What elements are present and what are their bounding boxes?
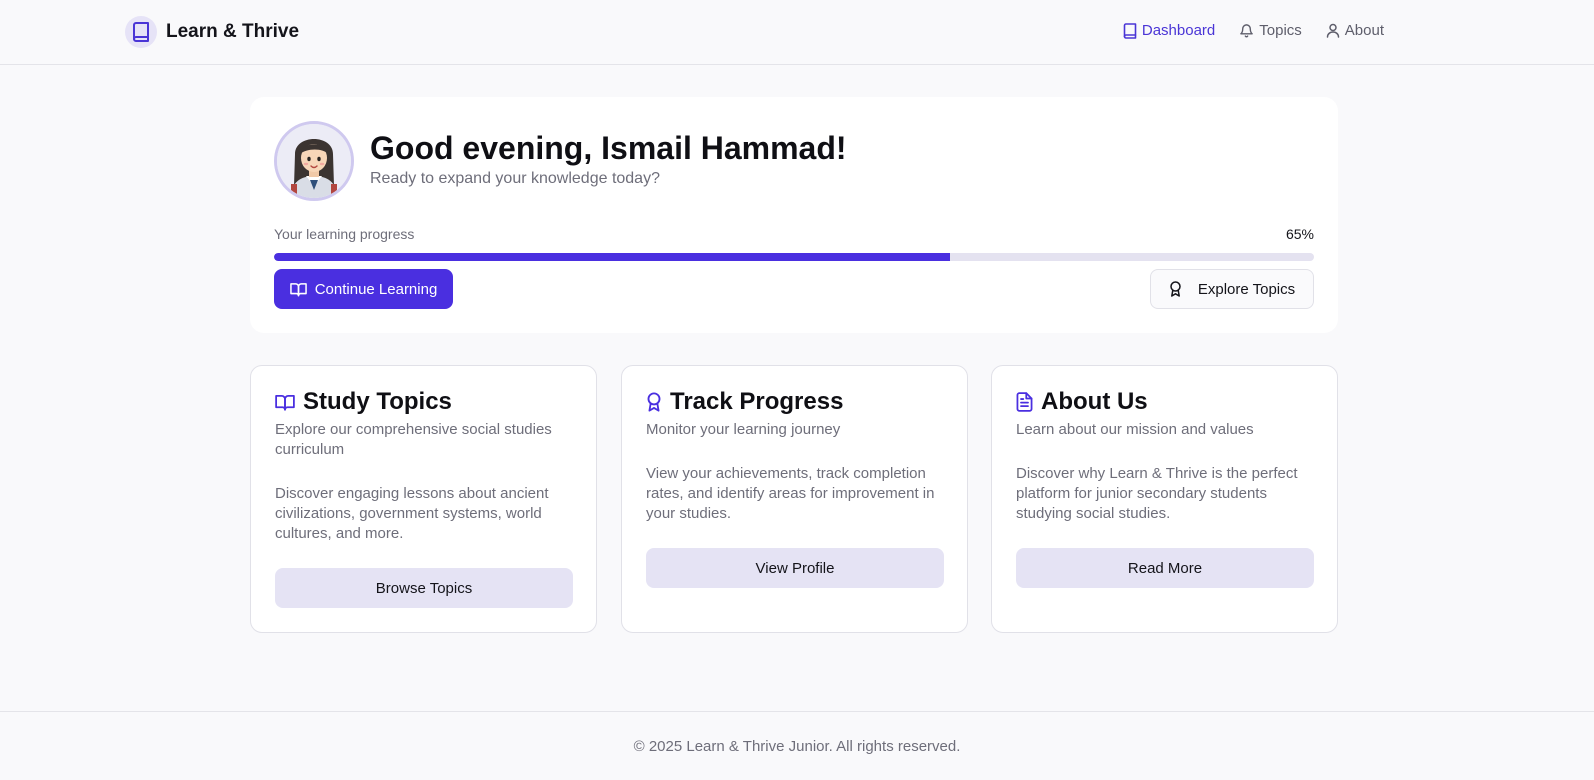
card-title: Track Progress bbox=[646, 388, 843, 416]
about-us-card: About Us Learn about our mission and val… bbox=[991, 365, 1338, 633]
card-description: Discover why Learn & Thrive is the perfe… bbox=[1016, 465, 1298, 522]
view-profile-button[interactable]: View Profile bbox=[646, 548, 944, 588]
brand-name: Learn & Thrive bbox=[166, 21, 300, 42]
award-icon bbox=[1170, 281, 1181, 297]
continue-learning-button[interactable]: Continue Learning bbox=[274, 269, 453, 309]
continue-learning-label: Continue Learning bbox=[314, 280, 438, 298]
read-more-button[interactable]: Read More bbox=[1016, 548, 1314, 588]
welcome-card: Good evening, Ismail Hammad! Ready to ex… bbox=[250, 97, 1338, 333]
footer: © 2025 Learn & Thrive Junior. All rights… bbox=[0, 711, 1594, 780]
card-title-text: Study Topics bbox=[303, 388, 452, 415]
book-icon bbox=[125, 16, 157, 48]
track-progress-card: Track Progress Monitor your learning jou… bbox=[621, 365, 968, 633]
card-title: About Us bbox=[1016, 388, 1148, 416]
card-description: View your achievements, track completion… bbox=[646, 465, 935, 522]
progress-bar bbox=[274, 253, 1314, 261]
browse-topics-button[interactable]: Browse Topics bbox=[275, 568, 573, 608]
nav-item-dashboard[interactable]: Dashboard bbox=[1123, 22, 1215, 39]
main-nav: Dashboard Topics About bbox=[1099, 22, 1384, 39]
nav-label-about: About bbox=[1344, 22, 1384, 39]
study-topics-card: Study Topics Explore our comprehensive s… bbox=[250, 365, 597, 633]
nav-item-about[interactable]: About bbox=[1326, 22, 1384, 39]
avatar bbox=[274, 121, 354, 201]
card-description: Discover engaging lessons about ancient … bbox=[275, 485, 549, 542]
progress-bar-fill bbox=[274, 253, 950, 261]
explore-topics-label: Explore Topics bbox=[1197, 280, 1296, 298]
nav-item-topics[interactable]: Topics bbox=[1239, 22, 1302, 39]
user-icon bbox=[1326, 23, 1340, 38]
document-icon bbox=[1016, 392, 1033, 412]
book-icon bbox=[1123, 22, 1137, 39]
progress-label: Your learning progress bbox=[274, 226, 415, 242]
brand-logo[interactable]: Learn & Thrive bbox=[125, 16, 299, 48]
open-book-icon bbox=[275, 394, 295, 411]
award-icon bbox=[647, 392, 661, 412]
top-navbar: Learn & Thrive Dashboard Topics About bbox=[0, 0, 1594, 65]
nav-label-topics: Topics bbox=[1259, 22, 1302, 39]
greeting-subtitle: Ready to expand your knowledge today? bbox=[370, 170, 660, 187]
card-subtitle: Learn about our mission and values bbox=[1016, 421, 1254, 438]
greeting-title: Good evening, Ismail Hammad! bbox=[370, 130, 847, 166]
card-subtitle: Explore our comprehensive social studies… bbox=[275, 421, 552, 458]
card-title-text: Track Progress bbox=[670, 388, 844, 415]
nav-label-dashboard: Dashboard bbox=[1141, 22, 1216, 39]
copyright-text: © 2025 Learn & Thrive Junior. All rights… bbox=[633, 738, 961, 755]
card-title: Study Topics bbox=[275, 388, 452, 416]
card-title-text: About Us bbox=[1041, 388, 1148, 415]
progress-percent: 65% bbox=[1285, 226, 1314, 242]
bell-icon bbox=[1240, 24, 1254, 38]
card-subtitle: Monitor your learning journey bbox=[646, 421, 841, 438]
explore-topics-button[interactable]: Explore Topics bbox=[1150, 269, 1314, 309]
open-book-icon bbox=[289, 282, 307, 296]
